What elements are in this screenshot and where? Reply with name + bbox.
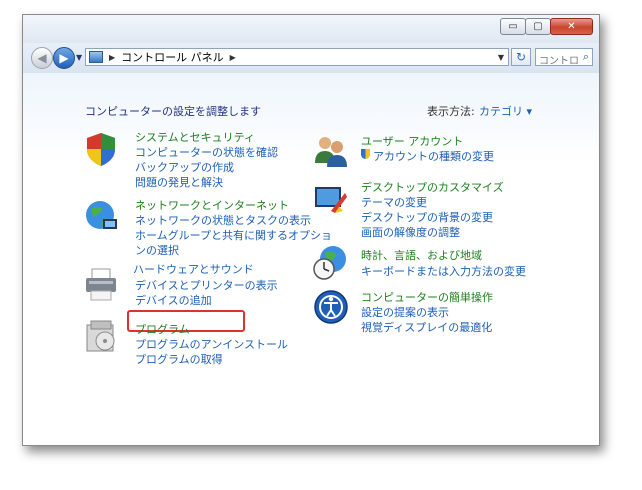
users-icon[interactable] [313,133,349,169]
desktop-icon[interactable] [313,181,349,217]
breadcrumb-chevron-icon[interactable]: ▶ [109,53,115,62]
minimize-button[interactable]: ▭ [500,18,526,35]
forward-button[interactable]: ▶ [53,47,75,69]
navigation-bar: ◀ ▶ ▼ ▶ コントロール パネル ▶ ▼ ↻ ⌕ [23,43,599,73]
shield-icon[interactable] [83,131,119,167]
link-optimize-display[interactable]: 視覚ディスプレイの最適化 [361,319,492,335]
category-title-programs[interactable]: プログラム [135,321,190,337]
search-box[interactable]: ⌕ [535,48,593,69]
category-title-clock-language-region[interactable]: 時計、言語、および地域 [361,247,482,263]
control-panel-icon [89,51,103,63]
category-title-network-internet[interactable]: ネットワークとインターネット [135,197,289,213]
search-icon[interactable]: ⌕ [583,50,589,64]
link-homegroup-options-cont[interactable]: ンの選択 [135,242,179,258]
recent-pages-dropdown[interactable]: ▼ [76,53,82,62]
view-by-label: 表示方法: [427,105,475,118]
breadcrumb-control-panel[interactable]: コントロール パネル [121,49,224,65]
control-panel-window: ▭ ▢ ✕ ◀ ▶ ▼ ▶ コントロール パネル ▶ ▼ ↻ ⌕ コンピューター… [22,14,600,446]
address-dropdown-icon[interactable]: ▼ [498,53,504,62]
programs-box-icon[interactable] [83,319,119,355]
printer-icon[interactable] [83,267,119,303]
uac-shield-icon [361,149,370,159]
link-homegroup-options[interactable]: ホームグループと共有に関するオプショ [135,227,332,243]
search-input[interactable] [536,54,579,69]
refresh-button[interactable]: ↻ [511,48,531,66]
network-globe-icon[interactable] [83,197,119,233]
link-check-status[interactable]: コンピューターの状態を確認 [135,144,278,160]
link-devices-printers[interactable]: デバイスとプリンターの表示 [135,277,278,293]
link-uninstall-program[interactable]: プログラムのアンインストール [135,336,288,352]
category-title-ease-of-access[interactable]: コンピューターの簡単操作 [361,289,493,305]
link-create-backup[interactable]: バックアップの作成 [135,159,234,175]
link-suggested-settings[interactable]: 設定の提案の表示 [361,304,449,320]
back-button[interactable]: ◀ [31,47,53,69]
link-network-status[interactable]: ネットワークの状態とタスクの表示 [135,212,311,228]
title-bar[interactable]: ▭ ▢ ✕ [23,15,599,43]
category-title-appearance[interactable]: デスクトップのカスタマイズ [361,179,504,195]
close-button[interactable]: ✕ [550,18,593,35]
breadcrumb-chevron-icon[interactable]: ▶ [230,53,236,62]
ease-of-access-icon[interactable] [313,289,349,325]
link-get-programs[interactable]: プログラムの取得 [135,351,223,367]
link-change-background[interactable]: デスクトップの背景の変更 [361,209,493,225]
category-title-hardware-sound[interactable]: ハードウェアとサウンド [133,261,254,277]
caption-buttons: ▭ ▢ ✕ [500,18,593,35]
link-troubleshoot[interactable]: 問題の発見と解決 [135,174,223,190]
link-change-keyboard[interactable]: キーボードまたは入力方法の変更 [361,263,526,279]
clock-globe-icon[interactable] [313,245,349,281]
link-change-theme[interactable]: テーマの変更 [361,194,427,210]
category-title-user-accounts[interactable]: ユーザー アカウント [361,133,463,149]
page-heading: コンピューターの設定を調整します [85,105,261,118]
link-change-account-type[interactable]: アカウントの種類の変更 [373,148,494,164]
main-content: コンピューターの設定を調整します 表示方法: カテゴリ ▾ システムとセキュリテ… [23,73,599,445]
category-title-system-security[interactable]: システムとセキュリティ [135,129,255,145]
link-adjust-resolution[interactable]: 画面の解像度の調整 [361,224,460,240]
address-bar[interactable]: ▶ コントロール パネル ▶ ▼ [85,48,509,66]
maximize-button[interactable]: ▢ [525,18,551,35]
view-by-dropdown[interactable]: カテゴリ ▾ [479,103,532,119]
link-add-device[interactable]: デバイスの追加 [135,292,212,308]
